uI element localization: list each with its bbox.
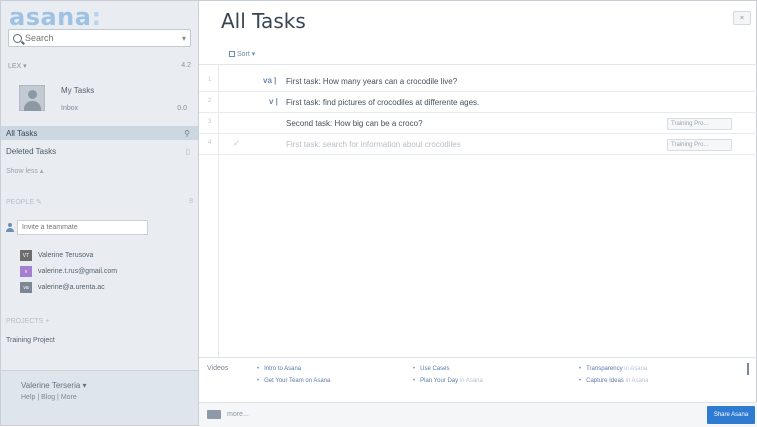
asana-app: asana: ▾ LEX ▾ 4.2 My Tasks Inbox 0.0 Al…: [0, 0, 757, 427]
video-title: Capture Ideas: [586, 378, 624, 384]
add-project-icon[interactable]: +: [45, 318, 49, 325]
avatar: va: [20, 282, 32, 293]
checkmark-icon[interactable]: ✓: [233, 138, 241, 149]
projects-header: PROJECTS +: [6, 318, 49, 325]
share-asana-button[interactable]: Share Asana: [707, 406, 755, 424]
workspace-label[interactable]: LEX ▾: [8, 62, 27, 70]
people-header-label: PEOPLE: [6, 199, 35, 206]
bullet: •: [257, 366, 260, 372]
video-link[interactable]: • Intro to Asana: [257, 366, 301, 372]
sidebar-footer: Valerine Terseria ▾ Help | Blog | More: [1, 370, 198, 425]
video-link[interactable]: • Get Your Team on Asana: [257, 378, 330, 384]
edit-icon[interactable]: ✎: [36, 199, 42, 206]
close-icon[interactable]: ×: [733, 11, 751, 25]
trash-icon: ▯: [185, 146, 190, 156]
sidebar-item-all-tasks[interactable]: All Tasks ⚲: [1, 126, 198, 140]
workspace-count: 4.2: [181, 62, 191, 69]
person-icon: [6, 223, 14, 232]
video-title: Use Cases: [420, 366, 450, 372]
video-link[interactable]: • Capture Ideas in Asana: [579, 378, 649, 384]
videos-panel: Videos • Intro to Asana • Get Your Team on…: [199, 357, 757, 402]
sidebar-person[interactable]: v valerine.t.rus@gmail.com: [20, 266, 117, 277]
row-number: 1: [208, 77, 212, 83]
video-title: Transparency: [586, 366, 623, 372]
show-less-link[interactable]: Show less ▴: [6, 167, 43, 175]
row-number: 2: [208, 98, 212, 104]
sidebar-person[interactable]: va valerine@a.urenta.ac: [20, 282, 105, 293]
task-name[interactable]: Second task: How big can be a croco?: [286, 119, 423, 128]
inbox-link[interactable]: Inbox: [61, 105, 78, 112]
sort-icon: [229, 51, 235, 57]
people-count: 8: [189, 198, 193, 205]
assignee-badge[interactable]: va |: [263, 76, 276, 85]
sidebar-item-training-project[interactable]: Training Project: [6, 337, 55, 344]
bullet: •: [413, 366, 416, 372]
search-box[interactable]: ▾: [8, 29, 191, 47]
project-tag[interactable]: Training Pro...: [667, 139, 732, 151]
people-header: PEOPLE ✎ 8: [6, 198, 193, 206]
video-suffix: in Asana: [625, 378, 649, 384]
avatar: [19, 85, 45, 111]
projects-header-label: PROJECTS: [6, 318, 44, 325]
row-number: 4: [208, 140, 212, 146]
divider: [747, 363, 749, 375]
task-name[interactable]: First task: How many years can a crocodi…: [286, 77, 457, 86]
video-title: Intro to Asana: [264, 366, 302, 372]
my-tasks[interactable]: My Tasks Inbox 0.0: [19, 81, 189, 121]
task-name[interactable]: First task: find pictures of crocodiles …: [286, 98, 479, 107]
sort-label: Sort ▾: [237, 51, 256, 58]
sidebar-person[interactable]: VT Valerine Terusova: [20, 250, 93, 261]
sidebar-item-label: All Tasks: [6, 128, 38, 138]
assignee-badge[interactable]: v |: [269, 97, 278, 106]
bullet: •: [413, 378, 416, 384]
table-row[interactable]: 1 va | First task: How many years can a …: [199, 71, 757, 92]
footer-links[interactable]: Help | Blog | More: [21, 394, 77, 401]
video-link[interactable]: • Transparency in Asana: [579, 366, 647, 372]
bullet: •: [257, 378, 260, 384]
divider: [199, 64, 757, 65]
more-link[interactable]: more...: [227, 411, 249, 418]
invite-input[interactable]: [22, 224, 132, 231]
asana-logo[interactable]: asana:: [9, 3, 102, 31]
video-link[interactable]: • Use Cases: [413, 366, 449, 372]
main-pane: All Tasks × Sort ▾ 1 va | First task: Ho…: [199, 1, 757, 427]
table-row[interactable]: 2 v | First task: find pictures of croco…: [199, 92, 757, 113]
video-suffix: in Asana: [624, 366, 648, 372]
search-icon: ⚲: [184, 128, 190, 138]
search-icon: [13, 33, 22, 43]
video-link[interactable]: • Plan Your Day in Asana: [413, 378, 483, 384]
video-title: Plan Your Day: [420, 378, 459, 384]
person-name: Valerine Terusova: [38, 252, 94, 259]
sidebar-item-label: Deleted Tasks: [6, 146, 57, 156]
video-title: Get Your Team on Asana: [264, 378, 331, 384]
my-tasks-title[interactable]: My Tasks: [61, 86, 94, 95]
table-row[interactable]: 4 ✓ First task: search for information a…: [199, 134, 757, 155]
chevron-down-icon[interactable]: ▾: [182, 34, 186, 43]
task-name[interactable]: First task: search for information about…: [286, 140, 461, 149]
search-input[interactable]: [25, 33, 182, 43]
user-menu[interactable]: Valerine Terseria ▾: [21, 381, 87, 390]
sidebar: asana: ▾ LEX ▾ 4.2 My Tasks Inbox 0.0 Al…: [1, 1, 199, 425]
row-number: 3: [208, 119, 212, 125]
keyboard-icon[interactable]: [207, 410, 221, 419]
bullet: •: [579, 366, 582, 372]
bottom-bar: more... Share Asana: [199, 402, 757, 427]
invite-field[interactable]: [17, 220, 148, 235]
videos-label: Videos: [207, 365, 229, 372]
page-title: All Tasks: [221, 9, 306, 33]
video-suffix: in Asana: [459, 378, 483, 384]
avatar: v: [20, 266, 32, 277]
person-name: valerine@a.urenta.ac: [38, 284, 105, 291]
sidebar-item-deleted-tasks[interactable]: Deleted Tasks ▯: [1, 144, 198, 158]
workspace-row[interactable]: LEX ▾ 4.2: [8, 62, 191, 70]
bullet: •: [579, 378, 582, 384]
sort-menu[interactable]: Sort ▾: [229, 50, 255, 58]
logo-text: asana: [9, 3, 92, 31]
project-tag[interactable]: Training Pro...: [667, 118, 732, 130]
table-row[interactable]: 3 Second task: How big can be a croco? T…: [199, 113, 757, 134]
avatar: VT: [20, 250, 32, 261]
person-name: valerine.t.rus@gmail.com: [38, 268, 118, 275]
inbox-count: 0.0: [177, 105, 187, 112]
